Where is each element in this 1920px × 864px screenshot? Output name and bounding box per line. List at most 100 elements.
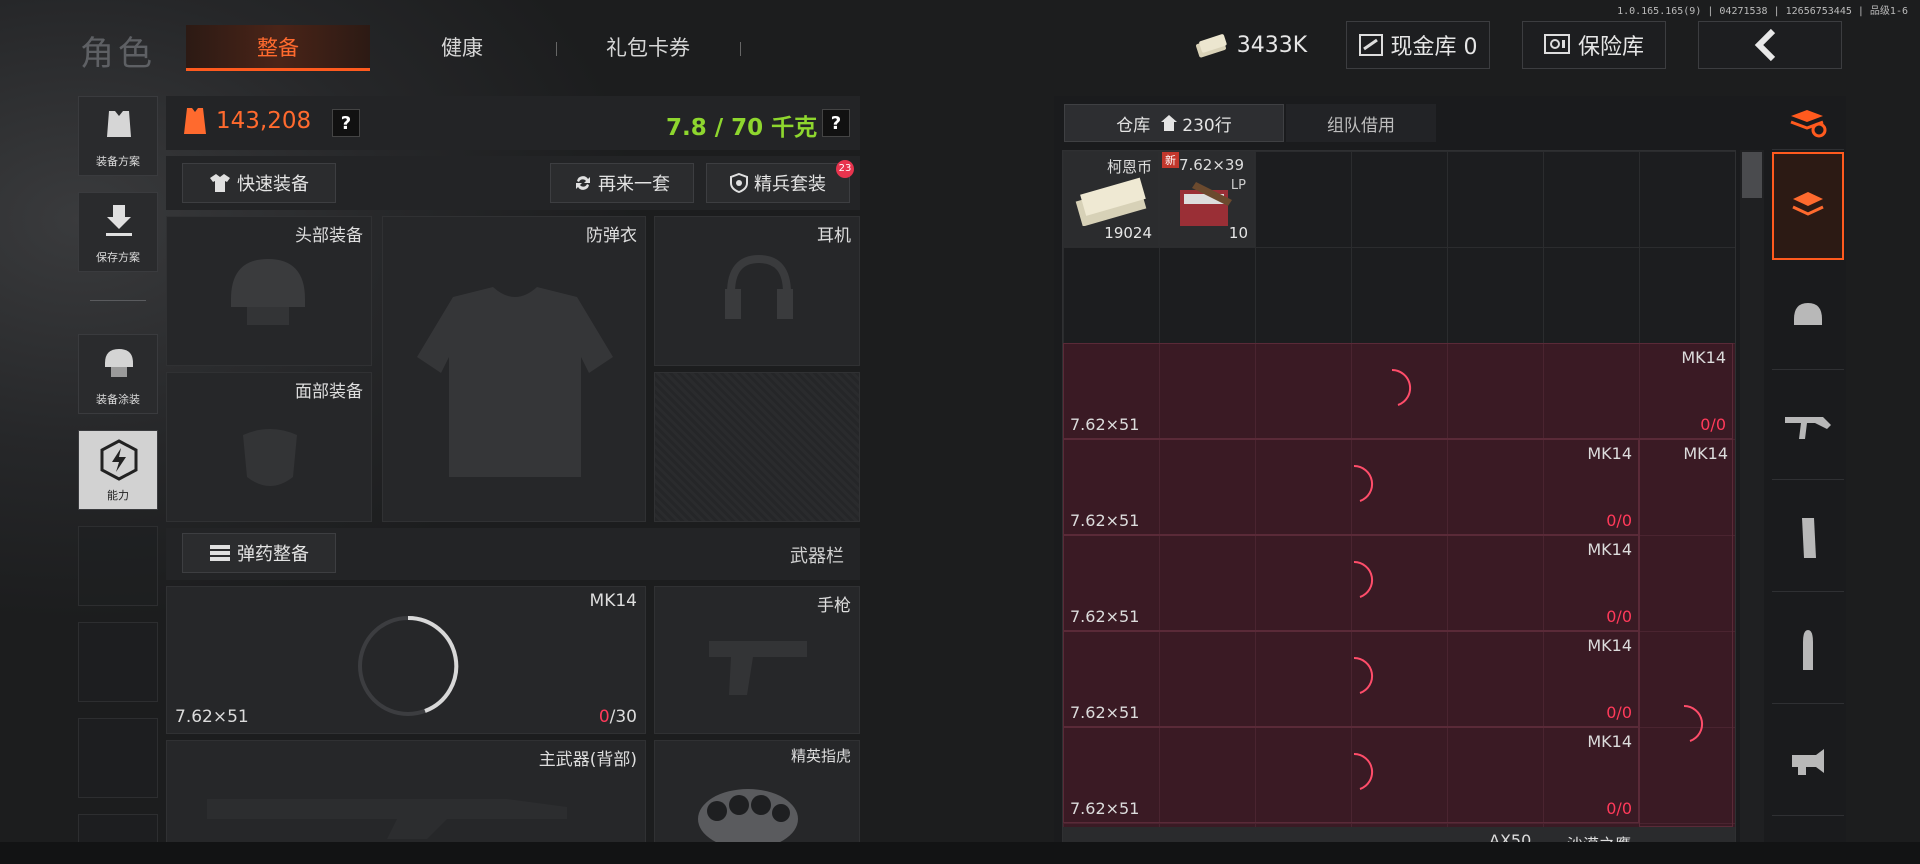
slot-label: 头部装备 (295, 226, 363, 246)
sort-stack-icon (1790, 109, 1827, 137)
face-gear-slot[interactable]: 面部装备 (166, 372, 372, 522)
weapon-caliber: 7.62×51 (1070, 607, 1140, 626)
sidebar-empty-slot (78, 718, 158, 798)
filter-tab-ammo[interactable] (1772, 596, 1844, 704)
weapon-name: MK14 (1681, 348, 1726, 367)
headset-slot[interactable]: 耳机 (654, 216, 860, 366)
value-help-button[interactable]: ? (332, 109, 360, 137)
page-title: 角色 (80, 34, 156, 74)
filter-tab-magazines[interactable] (1772, 484, 1844, 592)
stash-scrollbar[interactable] (1740, 150, 1764, 864)
loading-spinner-icon (1391, 368, 1412, 406)
item-count: 10 (1228, 224, 1248, 242)
safe-icon (1543, 34, 1570, 54)
weapon-name: MK14 (1587, 444, 1632, 463)
stash-item-koen-coin[interactable]: 柯恩币 19024 (1063, 151, 1159, 247)
weapon-ammo-count: 0/30 (599, 707, 637, 727)
sidebar-item-loadout-plan[interactable]: 装备方案 (78, 96, 158, 176)
filter-tab-attachments[interactable] (1772, 708, 1844, 816)
weapon-ammo: 0/0 (1606, 799, 1632, 818)
new-badge: 新 (1162, 152, 1179, 168)
weapon-ammo: 0/0 (1606, 607, 1632, 626)
weapon-caliber: 7.62×51 (1070, 511, 1140, 530)
stash-weapon-mk14-vertical[interactable]: MK14 (1639, 439, 1733, 827)
slot-label: 手枪 (817, 596, 851, 616)
ability-bolt-icon (100, 439, 138, 481)
stash-weapon-mk14[interactable]: MK14 7.62×51 0/0 (1063, 535, 1639, 631)
weapon-caliber: 7.62×51 (1070, 799, 1140, 818)
sidebar-empty-slot (78, 622, 158, 702)
tab-health[interactable]: 健康 (372, 25, 552, 71)
loading-spinner-icon (1353, 464, 1374, 502)
sidebar-item-label: 保存方案 (96, 251, 140, 264)
sidebar-item-paint[interactable]: 装备涂装 (78, 334, 158, 414)
sidebar-empty-slot (78, 526, 158, 606)
shield-icon (730, 173, 748, 193)
scrollbar-thumb[interactable] (1742, 152, 1762, 198)
stash-weapon-mk14[interactable]: MK14 7.62×51 0/0 (1063, 631, 1639, 727)
ammo-max: /30 (609, 707, 637, 727)
filter-tab-weapons[interactable] (1772, 372, 1844, 480)
weapon-name: MK14 (1683, 444, 1728, 463)
headset-icon (725, 254, 793, 319)
loading-spinner-icon (1353, 752, 1374, 790)
cash-vault-button[interactable]: 现金库 0 (1346, 21, 1490, 69)
ammo-box-icon (1180, 182, 1232, 226)
weapon-name: MK14 (1587, 636, 1632, 655)
weapon-ammo: 0/0 (1606, 511, 1632, 530)
insurance-vault-button[interactable]: 保险库 (1522, 21, 1666, 69)
face-mask-icon (243, 429, 297, 486)
loadout-value: 143,208 (216, 108, 312, 134)
tab-warehouse[interactable]: 仓库 230行 (1064, 104, 1284, 142)
equip-again-label: 再来一套 (598, 174, 670, 195)
slot-label: 精英指虎 (790, 747, 851, 765)
weight-help-button[interactable]: ? (822, 109, 850, 137)
weapon-caliber: 7.62×51 (1070, 415, 1140, 434)
layers-icon (1792, 192, 1824, 216)
shirt-icon (210, 174, 230, 192)
primary-weapon-slot[interactable]: MK14 7.62×51 0/30 (166, 586, 646, 734)
ammo-rounds-icon (210, 545, 230, 561)
bullet-filter-icon (1803, 629, 1813, 670)
magazine-filter-icon (1802, 517, 1816, 558)
stash-weapon-mk14[interactable]: MK14 7.62×51 0/0 (1063, 343, 1733, 439)
sidebar-item-ability[interactable]: 能力 (78, 430, 158, 510)
head-gear-slot[interactable]: 头部装备 (166, 216, 372, 366)
sidebar-item-save-plan[interactable]: 保存方案 (78, 192, 158, 272)
bottom-bar (0, 842, 1920, 864)
empty-gear-slot (654, 372, 860, 522)
sort-stack-button[interactable] (1772, 96, 1844, 150)
quick-equip-button[interactable]: 快速装备 (182, 163, 336, 203)
ammo-equip-button[interactable]: 弹药整备 (182, 533, 336, 573)
insurance-vault-label: 保险库 (1577, 35, 1644, 60)
pistol-slot[interactable]: 手枪 (654, 586, 860, 734)
body-armor-slot[interactable]: 防弹衣 (382, 216, 646, 522)
ammo-current: 0 (1606, 799, 1617, 818)
ammo-max: /0 (1616, 703, 1632, 722)
tab-team-borrow[interactable]: 组队借用 (1286, 104, 1436, 142)
helmet-icon (231, 259, 305, 325)
stash-item-ammo-box[interactable]: 新 7.62×39 LP 10 (1159, 151, 1255, 247)
ammo-max: /0 (1710, 415, 1726, 434)
weapon-ammo: 0/0 (1700, 415, 1726, 434)
tab-equip[interactable]: 整备 (186, 25, 370, 71)
back-chevron-icon (1754, 28, 1776, 62)
equip-again-button[interactable]: 再来一套 (550, 163, 694, 203)
back-button[interactable] (1698, 21, 1842, 69)
warehouse-rows: 230行 (1182, 115, 1232, 136)
ammo-current: 0 (1700, 415, 1711, 434)
elite-set-button[interactable]: 精兵套装 (706, 163, 850, 203)
tab-gift-coupons[interactable]: 礼包卡券 (560, 25, 736, 71)
filter-tab-all[interactable] (1772, 152, 1844, 260)
weapon-name: MK14 (1587, 732, 1632, 751)
item-count: 19024 (1104, 224, 1152, 242)
tab-divider (556, 42, 557, 56)
stash-weapon-mk14[interactable]: MK14 7.62×51 0/0 (1063, 439, 1639, 535)
stash-weapon-mk14[interactable]: MK14 7.62×51 0/0 (1063, 727, 1639, 823)
version-text: 1.0.165.165(9) | 04271538 | 12656753445 … (1617, 6, 1908, 17)
sidebar-item-label: 装备涂装 (96, 393, 140, 406)
cash-stack-icon (1195, 34, 1227, 58)
slot-label: 防弹衣 (586, 226, 637, 246)
filter-tab-armor[interactable] (1772, 262, 1844, 370)
download-icon (106, 205, 132, 236)
